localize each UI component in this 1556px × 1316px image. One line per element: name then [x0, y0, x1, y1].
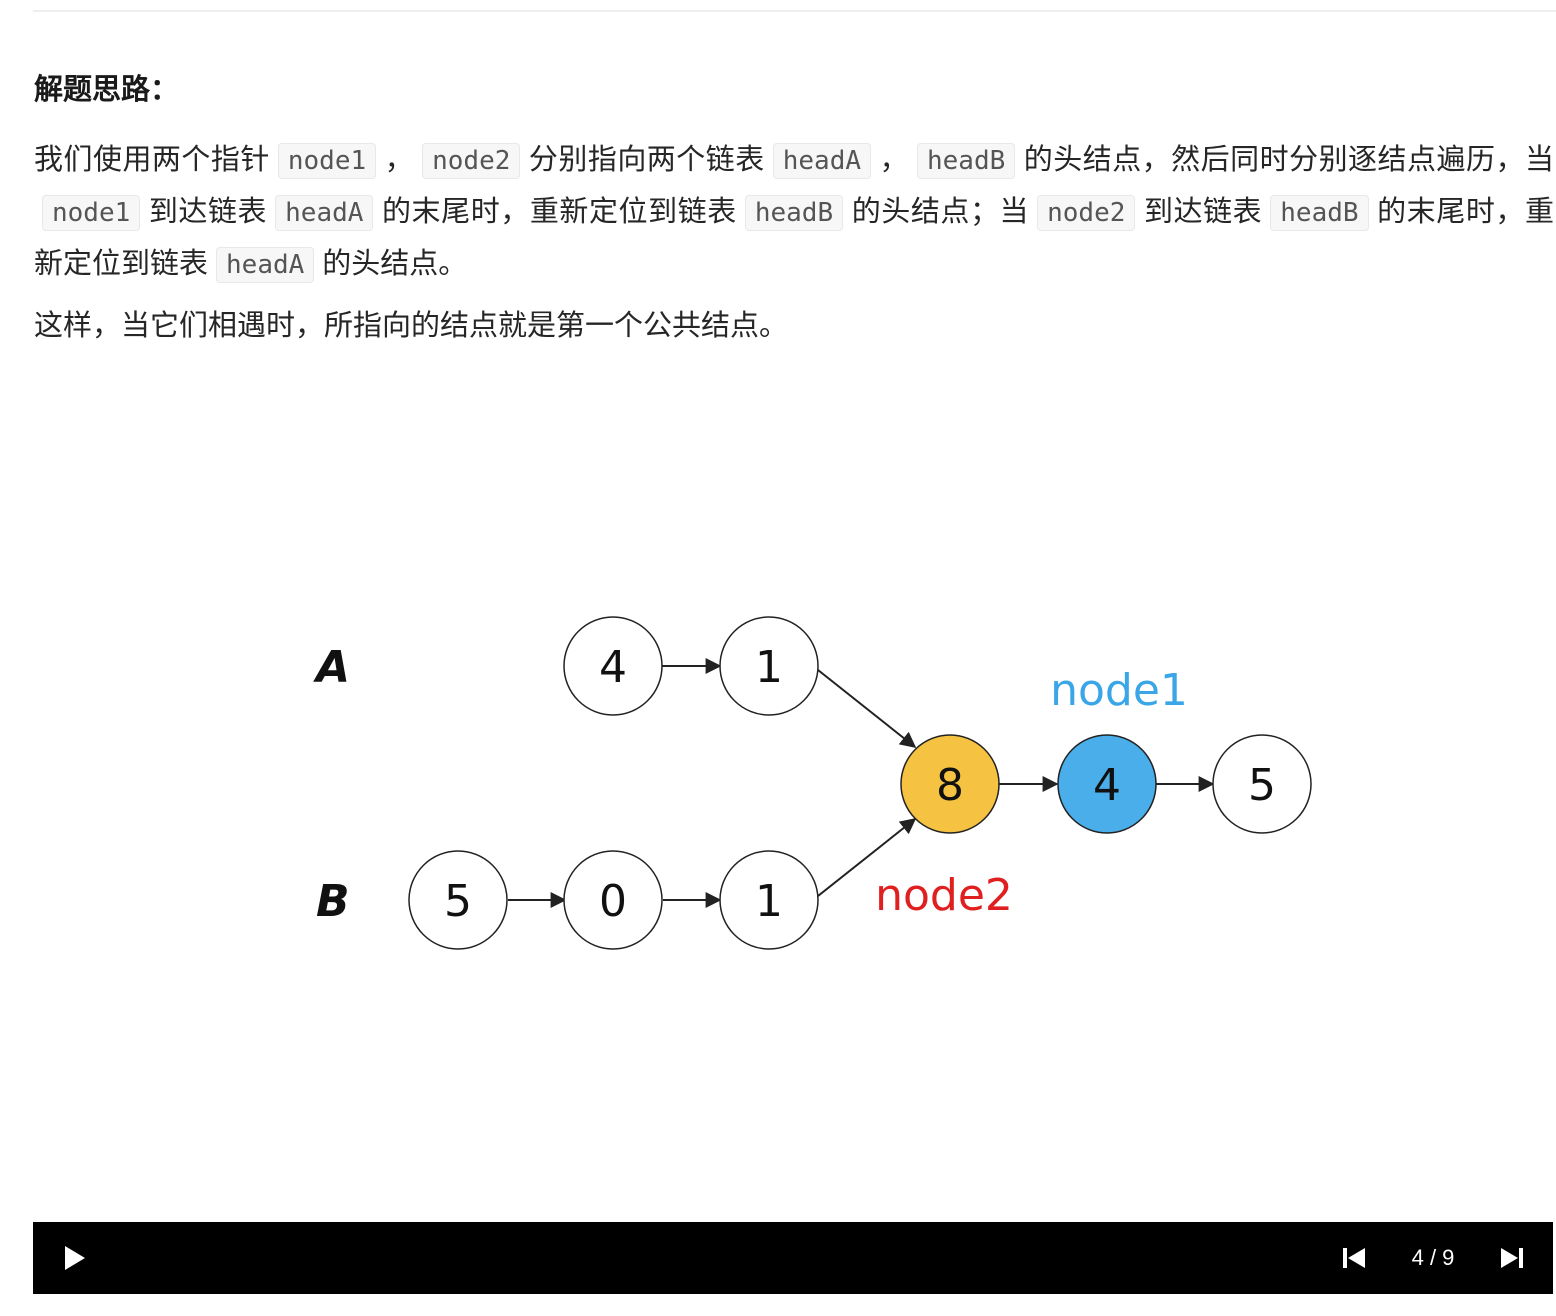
shared-node-current: 4 — [1057, 734, 1157, 834]
pointer-node2-label: node2 — [875, 870, 1013, 921]
svg-text:4: 4 — [599, 642, 627, 693]
list-b-node-1: 5 — [408, 850, 508, 950]
section-heading: 解题思路： — [34, 72, 180, 106]
inline-code: headB — [744, 195, 844, 231]
inline-code: node1 — [42, 195, 141, 231]
inline-code: node2 — [1037, 195, 1136, 231]
paragraph-text: 到达链表 — [148, 194, 268, 228]
paragraph-text: ， — [384, 142, 415, 176]
svg-text:1: 1 — [755, 642, 783, 693]
step-counter: 4 / 9 — [1411, 1245, 1455, 1270]
animation-player-bar: 4 / 9 — [33, 1222, 1553, 1294]
list-a-label: A — [313, 642, 350, 693]
top-divider — [33, 10, 1556, 12]
inline-code: headA — [772, 143, 872, 179]
paragraph-text: 分别指向两个链表 — [528, 142, 765, 176]
list-a-node-2: 1 — [719, 616, 819, 716]
svg-text:4: 4 — [1093, 760, 1121, 811]
skip-next-icon — [1501, 1248, 1523, 1268]
svg-text:5: 5 — [1248, 760, 1276, 811]
inline-code: headA — [275, 195, 374, 231]
svg-text:1: 1 — [755, 876, 783, 927]
shared-node-intersection: 8 — [900, 734, 1000, 834]
paragraph-text: 的末尾时，重新定位到链表 — [381, 194, 737, 228]
next-step-button[interactable] — [1493, 1242, 1533, 1274]
edge-a1-shared0 — [817, 669, 917, 748]
list-b-node-3: 1 — [719, 850, 819, 950]
list-b-node-2: 0 — [563, 850, 663, 950]
conclusion-paragraph: 这样，当它们相遇时，所指向的结点就是第一个公共结点。 — [34, 308, 789, 342]
paragraph-text: 的头结点。 — [322, 246, 468, 280]
skip-previous-icon — [1343, 1248, 1365, 1268]
inline-code: headA — [216, 247, 315, 283]
play-button[interactable] — [57, 1242, 93, 1274]
linked-list-diagram: A B 4 1 5 0 1 8 4 5 node1 node2 — [313, 616, 1312, 950]
svg-text:8: 8 — [936, 760, 964, 811]
list-a-node-1: 4 — [563, 616, 663, 716]
list-b-label: B — [316, 876, 350, 927]
svg-text:5: 5 — [444, 876, 472, 927]
paragraph-text: 到达链表 — [1143, 194, 1263, 228]
paragraph-text: ， — [879, 142, 909, 176]
paragraph-text: 的头结点；当 — [851, 194, 1030, 228]
play-icon — [65, 1246, 85, 1270]
inline-code: node2 — [422, 143, 521, 179]
paragraph-text: 的头结点，然后同时分别逐结点遍历，当 — [1023, 142, 1554, 176]
shared-node-tail: 5 — [1212, 734, 1312, 834]
inline-code: headB — [1270, 195, 1369, 231]
svg-text:0: 0 — [599, 876, 627, 927]
pointer-node1-label: node1 — [1050, 665, 1188, 716]
inline-code: node1 — [277, 143, 377, 179]
inline-code: headB — [916, 143, 1016, 179]
previous-step-button[interactable] — [1333, 1242, 1373, 1274]
paragraph-text: 我们使用两个指针 — [34, 142, 270, 176]
explanation-paragraph: 我们使用两个指针 node1， node2 分别指向两个链表 headA， headB 的头… — [34, 134, 1554, 290]
